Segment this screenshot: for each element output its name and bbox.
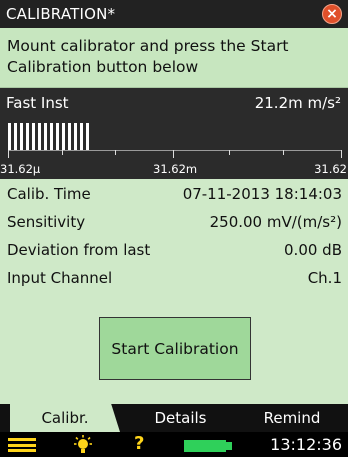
level-bar-segment (38, 123, 41, 150)
info-row-input-channel: Input Channel Ch.1 (0, 263, 348, 291)
axis-tick (8, 150, 9, 158)
level-bar-segment (62, 123, 65, 150)
axis-tick (283, 150, 284, 155)
info-key: Deviation from last (7, 241, 151, 259)
axis-baseline (8, 150, 342, 151)
meter-axis: 31.62µ 31.62m 31.62 (0, 150, 348, 179)
battery-icon (184, 440, 232, 452)
title-bar: CALIBRATION* × (0, 0, 348, 28)
level-bar-segment (14, 123, 17, 150)
axis-tick (341, 150, 342, 158)
axis-tick (115, 150, 116, 155)
tab-bar: Calibr. Details Remind (0, 404, 348, 432)
info-value: 0.00 dB (284, 241, 342, 259)
info-key: Calib. Time (7, 185, 91, 203)
instruction-line-1: Mount calibrator and press the Start (7, 37, 289, 55)
level-bar-segment (44, 123, 47, 150)
tab-calibr[interactable]: Calibr. (10, 404, 120, 432)
info-key: Sensitivity (7, 213, 86, 231)
level-bar-segment (74, 123, 77, 150)
level-bar-segment (20, 123, 23, 150)
menu-icon[interactable] (8, 438, 36, 452)
axis-tick (62, 150, 63, 155)
window-title: CALIBRATION* (6, 5, 116, 23)
level-meter: Fast Inst 21.2m m/s² 31.62µ 31.62m 31.62 (0, 88, 348, 179)
close-icon[interactable]: × (322, 4, 342, 24)
help-icon[interactable]: ? (134, 433, 144, 454)
info-value: 250.00 mV/(m/s²) (209, 213, 342, 231)
info-row-sensitivity: Sensitivity 250.00 mV/(m/s²) (0, 207, 348, 235)
info-row-deviation: Deviation from last 0.00 dB (0, 235, 348, 263)
info-value: Ch.1 (307, 269, 342, 287)
level-bar-segment (56, 123, 59, 150)
level-bar-segment (68, 123, 71, 150)
meter-value: 21.2m m/s² (254, 94, 341, 112)
axis-tick (229, 150, 230, 155)
level-bar-segment (80, 123, 83, 150)
info-value: 07-11-2013 18:14:03 (182, 185, 342, 203)
clock: 13:12:36 (270, 435, 342, 454)
tab-details[interactable]: Details (128, 404, 233, 432)
level-bar-segment (50, 123, 53, 150)
info-key: Input Channel (7, 269, 113, 287)
tab-remind[interactable]: Remind (242, 404, 342, 432)
status-bar: ? 13:12:36 (0, 432, 348, 457)
level-bar-segment (86, 123, 89, 150)
axis-label-mid: 31.62m (153, 162, 198, 176)
instruction-panel: Mount calibrator and press the Start Cal… (0, 28, 348, 88)
info-row-calib-time: Calib. Time 07-11-2013 18:14:03 (0, 179, 348, 207)
axis-label-high: 31.62 (314, 162, 347, 176)
start-calibration-button[interactable]: Start Calibration (99, 317, 251, 380)
axis-label-low: 31.62µ (0, 162, 41, 176)
level-bars (8, 123, 89, 150)
level-bar-segment (26, 123, 29, 150)
axis-tick (173, 150, 174, 158)
meter-parameter: Fast Inst (6, 94, 69, 112)
lightbulb-icon[interactable] (72, 435, 94, 455)
level-bar-segment (8, 123, 11, 150)
instruction-line-2: Calibration button below (7, 58, 199, 76)
level-bar-segment (32, 123, 35, 150)
calibration-info: Calib. Time 07-11-2013 18:14:03 Sensitiv… (0, 179, 348, 291)
